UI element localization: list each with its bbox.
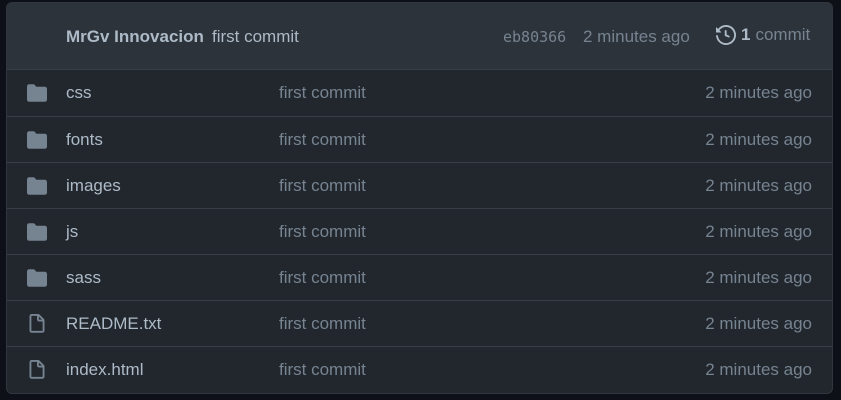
file-commit-age: 2 minutes ago: [705, 314, 812, 333]
file-name[interactable]: images: [66, 176, 121, 196]
folder-icon: [27, 223, 47, 241]
file-name[interactable]: css: [66, 83, 92, 103]
file-name[interactable]: index.html: [66, 360, 143, 380]
file-row[interactable]: css first commit 2 minutes ago: [7, 70, 832, 116]
commit-sha[interactable]: eb80366: [503, 28, 566, 46]
file-list: css first commit 2 minutes ago fonts fir…: [7, 70, 832, 392]
file-commit-age: 2 minutes ago: [705, 360, 812, 379]
file-commit-message[interactable]: first commit: [279, 83, 366, 103]
folder-icon: [27, 177, 47, 195]
file-commit-age: 2 minutes ago: [705, 268, 812, 287]
history-icon: [716, 25, 736, 45]
commit-count-label: commit: [755, 25, 811, 44]
file-row[interactable]: README.txt first commit 2 minutes ago: [7, 300, 832, 346]
file-icon: [29, 314, 45, 333]
file-name[interactable]: js: [66, 222, 78, 242]
file-row[interactable]: images first commit 2 minutes ago: [7, 162, 832, 208]
commit-count: 1: [741, 25, 751, 44]
file-commit-message[interactable]: first commit: [279, 268, 366, 288]
commit-message[interactable]: first commit: [212, 27, 299, 47]
file-commit-message[interactable]: first commit: [279, 176, 366, 196]
file-row[interactable]: index.html first commit 2 minutes ago: [7, 346, 832, 392]
file-commit-age: 2 minutes ago: [705, 176, 812, 195]
file-commit-message[interactable]: first commit: [279, 222, 366, 242]
file-row[interactable]: js first commit 2 minutes ago: [7, 208, 832, 254]
file-commit-age: 2 minutes ago: [705, 83, 812, 102]
file-row[interactable]: fonts first commit 2 minutes ago: [7, 116, 832, 162]
file-name[interactable]: README.txt: [66, 314, 161, 334]
file-commit-message[interactable]: first commit: [279, 360, 366, 380]
file-name[interactable]: sass: [66, 268, 101, 288]
file-name[interactable]: fonts: [66, 130, 103, 150]
file-commit-message[interactable]: first commit: [279, 130, 366, 150]
file-browser: MrGv Innovacion first commit eb80366 2 m…: [6, 2, 833, 394]
folder-icon: [27, 131, 47, 149]
file-row[interactable]: sass first commit 2 minutes ago: [7, 254, 832, 300]
latest-commit-bar: MrGv Innovacion first commit eb80366 2 m…: [7, 3, 832, 70]
commit-history-link[interactable]: 1 commit: [716, 25, 810, 45]
file-commit-age: 2 minutes ago: [705, 222, 812, 241]
commit-age: 2 minutes ago: [583, 27, 690, 46]
file-icon: [29, 360, 45, 379]
file-commit-message[interactable]: first commit: [279, 314, 366, 334]
folder-icon: [27, 84, 47, 102]
commit-author[interactable]: MrGv Innovacion: [66, 27, 204, 47]
file-commit-age: 2 minutes ago: [705, 130, 812, 149]
folder-icon: [27, 269, 47, 287]
